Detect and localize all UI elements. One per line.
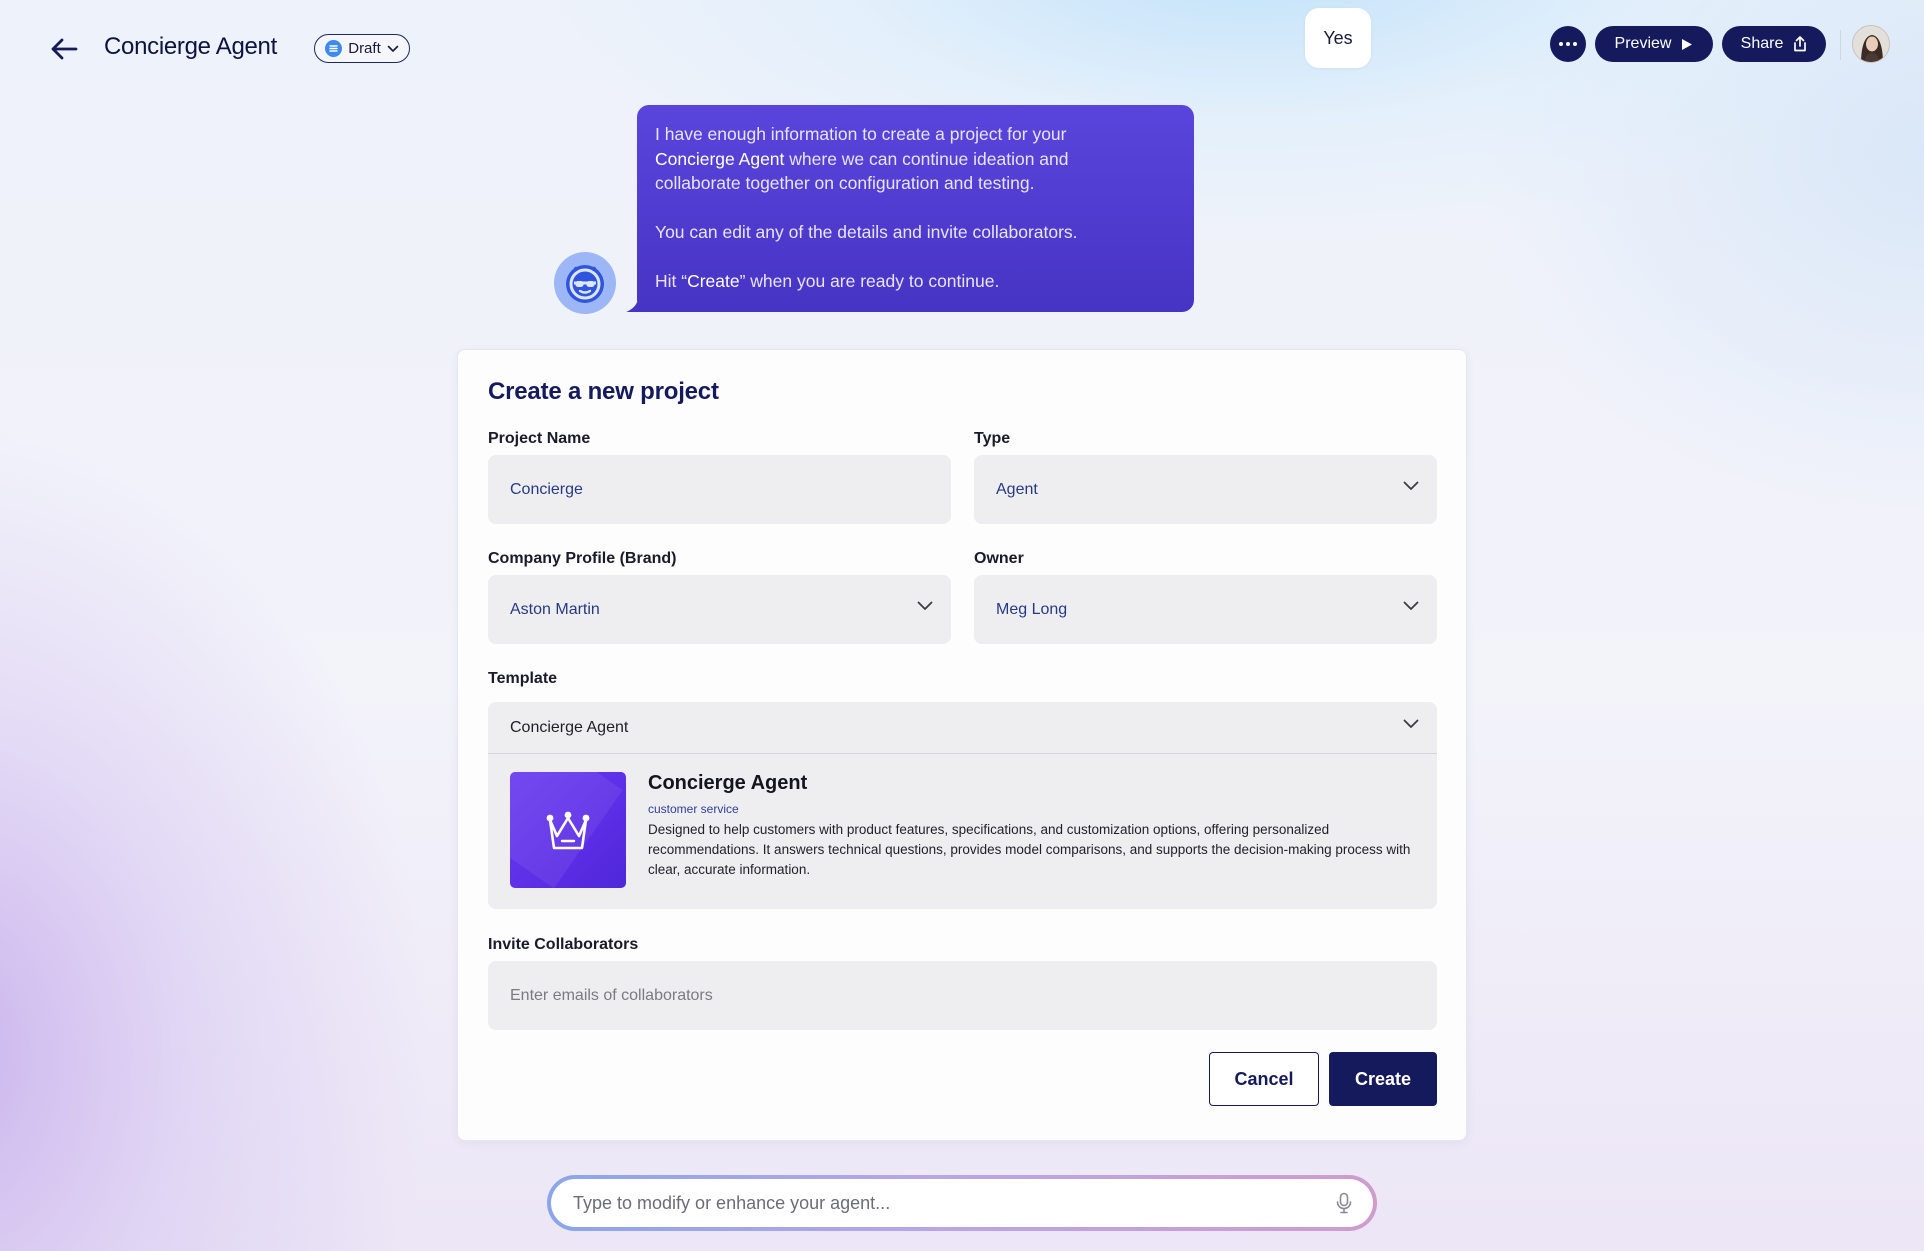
collaborators-input[interactable]: Enter emails of collaborators — [488, 961, 1437, 1030]
template-value: Concierge Agent — [510, 718, 629, 736]
project-name-input[interactable]: Concierge — [488, 455, 951, 524]
toolbar-divider — [1840, 30, 1841, 60]
chevron-down-icon — [387, 45, 399, 52]
owner-value: Meg Long — [996, 600, 1068, 618]
preview-label: Preview — [1614, 35, 1672, 52]
cancel-button[interactable]: Cancel — [1209, 1052, 1319, 1106]
agent-message-para3-pre: Hit “ — [655, 271, 688, 291]
agent-message-highlight: Concierge Agent — [655, 148, 785, 169]
share-button[interactable]: Share — [1722, 26, 1826, 62]
user-avatar[interactable] — [1852, 25, 1890, 63]
template-thumbnail — [510, 772, 626, 888]
type-label: Type — [974, 430, 1011, 447]
preview-button[interactable]: Preview — [1595, 26, 1713, 62]
prompt-input[interactable]: Type to modify or enhance your agent... — [551, 1179, 1373, 1227]
back-arrow-icon — [51, 38, 78, 60]
template-label: Template — [488, 670, 558, 687]
avatar-image — [1853, 26, 1889, 62]
create-button[interactable]: Create — [1329, 1052, 1437, 1106]
bot-icon — [566, 265, 604, 303]
type-select[interactable]: Agent — [974, 455, 1437, 524]
company-profile-value: Aston Martin — [510, 600, 600, 618]
chevron-down-icon — [1403, 481, 1419, 490]
more-icon — [1559, 42, 1563, 46]
template-panel: Concierge Agent Concierge Agent customer… — [488, 702, 1437, 909]
template-card-description: Designed to help customers with product … — [648, 822, 1411, 877]
template-select[interactable]: Concierge Agent — [488, 702, 1437, 754]
chevron-down-icon — [1403, 601, 1419, 610]
more-button[interactable] — [1550, 26, 1586, 62]
template-card-tag: customer service — [648, 802, 739, 816]
owner-select[interactable]: Meg Long — [974, 575, 1437, 644]
agent-message-para3-highlight: Create — [687, 271, 740, 291]
collaborators-label: Invite Collaborators — [488, 936, 639, 953]
user-message: Yes — [1305, 8, 1371, 68]
status-label: Draft — [348, 40, 381, 57]
type-value: Agent — [996, 480, 1038, 498]
play-icon — [1682, 38, 1693, 50]
collaborators-placeholder: Enter emails of collaborators — [510, 986, 713, 1004]
prompt-bar: Type to modify or enhance your agent... — [547, 1175, 1377, 1231]
agent-message-line2: where we can continue ideation and — [784, 148, 1069, 169]
create-project-card: Create a new project Project Name Concie… — [457, 349, 1467, 1141]
company-profile-select[interactable]: Aston Martin — [488, 575, 951, 644]
agent-avatar — [554, 252, 616, 314]
template-card-name: Concierge Agent — [648, 772, 808, 794]
agent-message: I have enough information to create a pr… — [637, 105, 1194, 312]
agent-message-line3: collaborate together on configuration an… — [655, 173, 1035, 193]
owner-label: Owner — [974, 550, 1024, 567]
company-profile-label: Company Profile (Brand) — [488, 550, 677, 567]
status-dropdown[interactable]: Draft — [314, 34, 410, 63]
user-message-text: Yes — [1323, 27, 1353, 48]
project-name-value: Concierge — [510, 480, 583, 498]
project-name-label: Project Name — [488, 430, 591, 447]
back-button[interactable] — [46, 32, 82, 66]
draft-status-icon — [325, 40, 343, 57]
agent-message-para2: You can edit any of the details and invi… — [655, 222, 1078, 242]
crown-icon — [546, 811, 590, 850]
agent-message-line1: I have enough information to create a pr… — [655, 124, 1067, 144]
chevron-down-icon — [917, 601, 933, 610]
card-title: Create a new project — [488, 378, 719, 405]
page-title: Concierge Agent — [104, 33, 277, 60]
microphone-icon[interactable] — [1335, 1192, 1353, 1214]
share-icon — [1794, 36, 1807, 52]
chevron-down-icon — [1403, 719, 1419, 728]
prompt-placeholder: Type to modify or enhance your agent... — [573, 1192, 891, 1213]
share-label: Share — [1740, 35, 1784, 52]
agent-message-para3-post: ” when you are ready to continue. — [739, 271, 1000, 291]
